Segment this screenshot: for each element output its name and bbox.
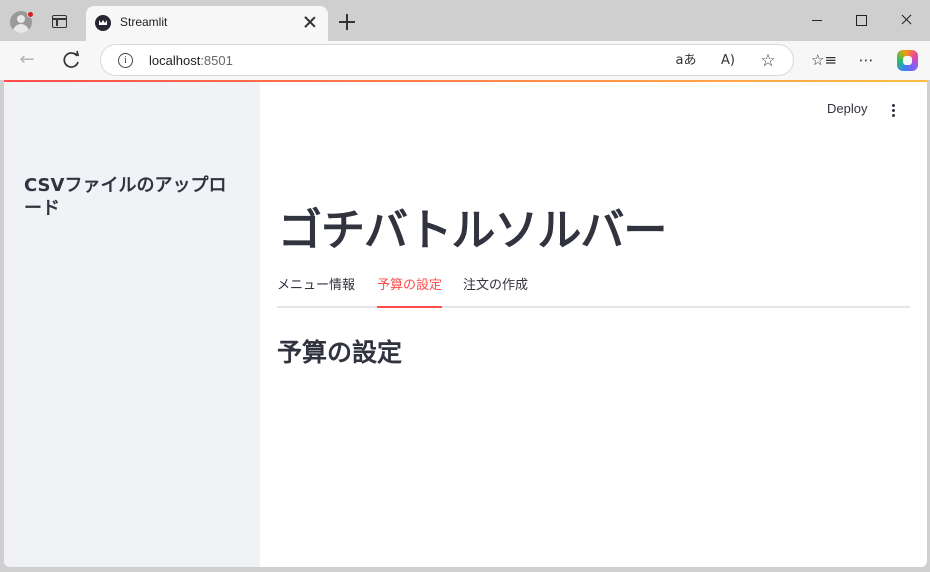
tab-create-order[interactable]: 注文の作成 bbox=[463, 275, 528, 308]
copilot-icon[interactable] bbox=[897, 50, 918, 71]
browser-tab[interactable]: Streamlit bbox=[86, 6, 328, 41]
streamlit-favicon-icon bbox=[95, 15, 111, 31]
favorites-icon[interactable]: ☆≡ bbox=[811, 50, 837, 70]
main-content: Deploy ゴチバトルソルバー メニュー情報 予算の設定 注文の作成 予算の設… bbox=[260, 82, 927, 567]
browser-window: Streamlit ← i localhost:8501 aあ A) ☆ ☆≡ … bbox=[0, 0, 930, 572]
page-title: ゴチバトルソルバー bbox=[278, 205, 667, 256]
reload-icon[interactable] bbox=[61, 50, 83, 70]
site-info-icon[interactable]: i bbox=[118, 53, 133, 68]
main-menu-icon[interactable] bbox=[886, 102, 902, 118]
deploy-button[interactable]: Deploy bbox=[827, 101, 867, 116]
sidebar: CSVファイルのアップロード bbox=[4, 82, 260, 567]
translate-icon[interactable]: aあ bbox=[675, 51, 697, 71]
address-bar[interactable]: i localhost:8501 aあ A) ☆ bbox=[100, 44, 794, 76]
new-tab-icon[interactable] bbox=[339, 14, 355, 30]
tab-menu-info[interactable]: メニュー情報 bbox=[277, 275, 355, 308]
url-text: localhost:8501 bbox=[149, 53, 233, 68]
tab-budget-settings[interactable]: 予算の設定 bbox=[377, 275, 443, 308]
close-window-icon[interactable] bbox=[894, 9, 920, 31]
close-tab-icon[interactable] bbox=[302, 14, 318, 30]
notification-dot-icon bbox=[27, 11, 34, 18]
more-options-icon[interactable]: ⋯ bbox=[855, 50, 877, 70]
tab-title: Streamlit bbox=[120, 15, 168, 29]
tab-list: メニュー情報 予算の設定 注文の作成 bbox=[277, 275, 910, 308]
url-port: :8501 bbox=[200, 53, 233, 68]
back-icon[interactable]: ← bbox=[16, 50, 38, 70]
tab-strip: Streamlit bbox=[0, 0, 930, 41]
browser-toolbar: ← i localhost:8501 aあ A) ☆ ☆≡ ⋯ bbox=[0, 41, 930, 80]
read-aloud-icon[interactable]: A) bbox=[717, 51, 739, 71]
tab-actions-icon[interactable] bbox=[52, 15, 67, 28]
maximize-icon[interactable] bbox=[848, 9, 874, 31]
minimize-icon[interactable] bbox=[804, 9, 830, 31]
url-host: localhost bbox=[149, 53, 201, 68]
favorite-star-icon[interactable]: ☆ bbox=[757, 51, 779, 71]
sidebar-title: CSVファイルのアップロード bbox=[24, 175, 227, 219]
streamlit-page: CSVファイルのアップロード Deploy ゴチバトルソルバー メニュー情報 予… bbox=[4, 80, 927, 567]
section-title: 予算の設定 bbox=[277, 338, 403, 367]
